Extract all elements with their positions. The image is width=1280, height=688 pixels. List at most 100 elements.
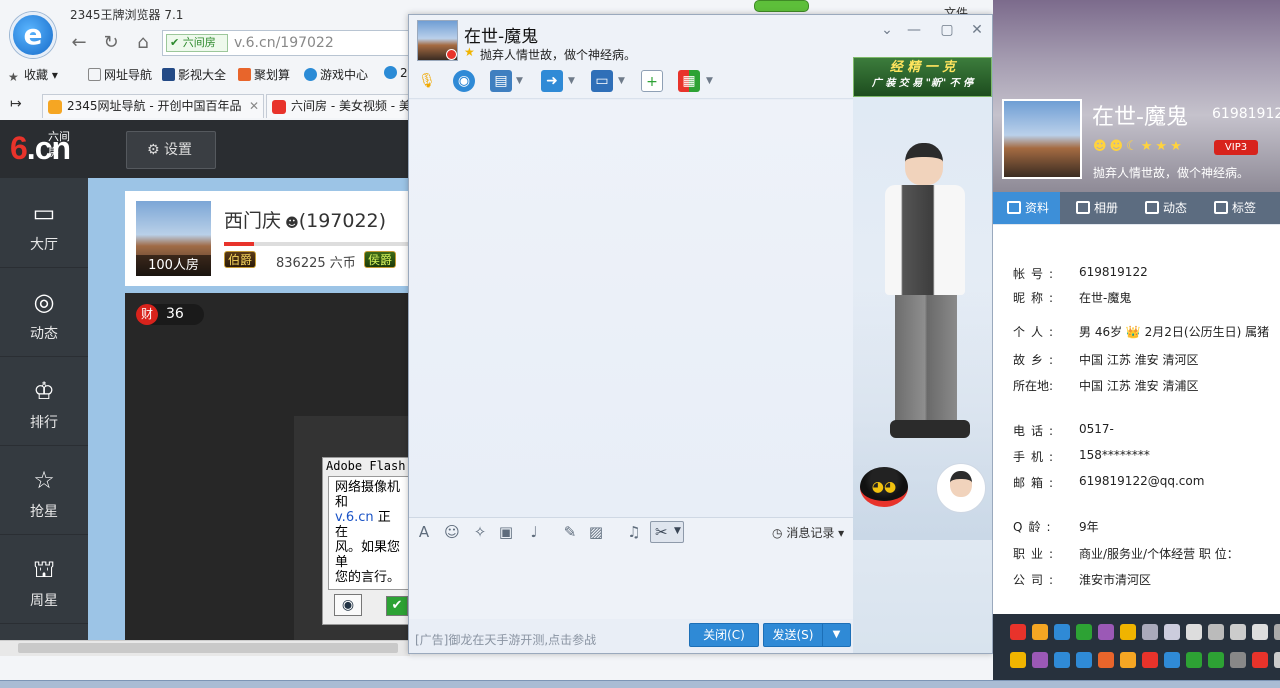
tab-6cn[interactable]: 六间房 - 美女视频 - 美 (266, 94, 410, 118)
app-tray-icon[interactable] (1076, 624, 1092, 640)
field-label: 邮箱: (1013, 476, 1060, 490)
app-tray-icon[interactable] (1054, 624, 1070, 640)
chevron-down-icon[interactable]: ▼ (618, 76, 625, 86)
app-tray-icon[interactable] (1274, 624, 1280, 640)
send-file-icon[interactable]: ➜ (541, 70, 563, 92)
chevron-down-icon[interactable]: ▼ (706, 76, 713, 86)
refresh-icon[interactable]: ↻ (100, 32, 122, 54)
video-call-icon[interactable]: ◉ (453, 70, 475, 92)
music-icon[interactable]: ♫ (624, 522, 644, 542)
field-label: 个人: (1013, 325, 1060, 339)
app-tray-icon[interactable] (1120, 624, 1136, 640)
qq-penguin-icon[interactable]: ◕◕ (860, 467, 908, 507)
field-personal: 男 46岁 👑 2月2日(公历生日) 属猪 (1079, 325, 1270, 339)
app-tray-icon[interactable] (1142, 624, 1158, 640)
app-tray-icon[interactable] (1186, 652, 1202, 668)
tab-restore-icon[interactable]: ↦ (10, 96, 22, 112)
nav-feed[interactable]: ◎ 动态 (0, 269, 88, 357)
nav-label: 大厅 (30, 237, 58, 253)
nav-ranking[interactable]: ♔ 排行 (0, 358, 88, 446)
site-security-badge[interactable]: ✔ 六间房 (166, 34, 228, 52)
app-tray-icon[interactable] (1230, 652, 1246, 668)
send-button[interactable]: 发送(S) (763, 623, 823, 647)
show-ad-banner[interactable]: 经 精 一 克广 装 交 易 "新" 不 停 (853, 57, 992, 97)
app-tray-icon[interactable] (1032, 652, 1048, 668)
chevron-down-icon[interactable]: ▼ (568, 76, 575, 86)
app-tray-icon[interactable] (1208, 652, 1224, 668)
app-tray-icon[interactable] (1098, 624, 1114, 640)
app-tray-icon[interactable] (1186, 624, 1202, 640)
voice-message-icon[interactable]: ♩ (524, 522, 544, 542)
app-tray-icon[interactable] (1252, 624, 1268, 640)
close-button[interactable]: 关闭(C) (689, 623, 759, 647)
nav-weekly-star[interactable]: ⛫ 周星 (0, 536, 88, 624)
message-input[interactable] (409, 547, 853, 619)
app-tray-icon[interactable] (1120, 652, 1136, 668)
message-history-button[interactable]: ◷ 消息记录 ▾ (772, 524, 844, 541)
app-tray-icon[interactable] (1208, 624, 1224, 640)
app-tray-icon[interactable] (1142, 652, 1158, 668)
app-tray-icon[interactable] (1098, 652, 1114, 668)
bookmark-nav[interactable]: 网址导航 (88, 66, 152, 83)
maximize-icon[interactable]: ▢ (937, 20, 957, 40)
chevron-down-icon[interactable]: ⌄ (877, 20, 897, 40)
app-tray-icon[interactable] (1252, 652, 1268, 668)
emoji-icon[interactable]: ☺ (442, 522, 462, 542)
allow-check-icon[interactable]: ✔ (386, 596, 408, 616)
screenshot-button[interactable]: ✂ ▼ (650, 521, 684, 543)
chat-ad-link[interactable]: [广告]御龙在天手游开测,点击参战 (415, 631, 596, 648)
flash-link[interactable]: v.6.cn (335, 510, 374, 525)
font-icon[interactable]: A (414, 522, 434, 542)
back-icon[interactable]: ← (68, 32, 90, 54)
message-history-area[interactable] (409, 100, 853, 517)
app-tray-icon[interactable] (1076, 652, 1092, 668)
close-icon[interactable]: ✕ (967, 20, 987, 40)
tab-album[interactable]: 相册 (1072, 192, 1118, 224)
minimize-icon[interactable]: — (904, 20, 924, 40)
edit-icon[interactable]: ✎ (560, 522, 580, 542)
site-logo[interactable]: 6.cn 六间房 (10, 130, 71, 167)
tab-close-icon[interactable]: ✕ (249, 95, 259, 117)
app-tray-icon[interactable] (1164, 624, 1180, 640)
chevron-down-icon[interactable]: ▼ (516, 76, 523, 86)
host-level-fill (224, 242, 254, 246)
app-tray-icon[interactable] (1164, 652, 1180, 668)
app-tray-icon[interactable] (1010, 624, 1026, 640)
apps-icon[interactable]: ▦ (678, 70, 700, 92)
create-discussion-icon[interactable]: + (641, 70, 663, 92)
tv-icon: ▭ (32, 199, 56, 227)
bookmark-favorites[interactable]: ★ 收藏 ▾ (8, 66, 58, 84)
screen-share-icon[interactable]: ▤ (490, 70, 512, 92)
profile-avatar[interactable] (1002, 99, 1082, 179)
tab-2345[interactable]: 2345网址导航 - 开创中国百年品 ✕ (42, 94, 264, 118)
shake-icon[interactable]: ✧ (470, 522, 490, 542)
bookmark-juhuasuan[interactable]: 聚划算 (238, 66, 290, 83)
avatar-figure-shoes (890, 420, 970, 438)
webcam-icon[interactable]: ◉ (334, 594, 362, 616)
app-tray-icon[interactable] (1054, 652, 1070, 668)
app-tray-icon[interactable] (1032, 624, 1048, 640)
tab-feed[interactable]: 动态 (1141, 192, 1187, 224)
tab-profile[interactable]: 资料 (1003, 192, 1049, 224)
app-tray-icon[interactable] (1230, 624, 1246, 640)
gif-icon[interactable]: ▣ (496, 522, 516, 542)
remote-assist-icon[interactable]: ▭ (591, 70, 613, 92)
app-tray-icon[interactable] (1010, 652, 1026, 668)
field-nickname: 在世-魔鬼 (1079, 291, 1132, 305)
bookmark-games[interactable]: 游戏中心 (304, 66, 368, 83)
nav-grab-star[interactable]: ☆ 抢星 (0, 447, 88, 535)
nav-hall[interactable]: ▭ 大厅 (0, 180, 88, 268)
tab-tags[interactable]: 标签 (1210, 192, 1256, 224)
app-tray-icon[interactable] (1274, 652, 1280, 668)
voice-call-icon[interactable]: 🎙 (416, 70, 438, 92)
scrollbar-thumb[interactable] (18, 643, 398, 653)
list-icon (1145, 201, 1159, 214)
image-icon[interactable]: ▨ (586, 522, 606, 542)
home-icon[interactable]: ⌂ (132, 32, 154, 54)
contact-name[interactable]: 在世-魔鬼 (464, 22, 538, 47)
bookmark-video[interactable]: 影视大全 (162, 66, 226, 83)
address-url[interactable]: v.6.cn/197022 (234, 35, 334, 51)
rank-badge-earl: 伯爵 (224, 251, 257, 268)
settings-button[interactable]: ⚙ 设置 (126, 131, 216, 169)
send-options-button[interactable]: ▼ (822, 623, 851, 647)
